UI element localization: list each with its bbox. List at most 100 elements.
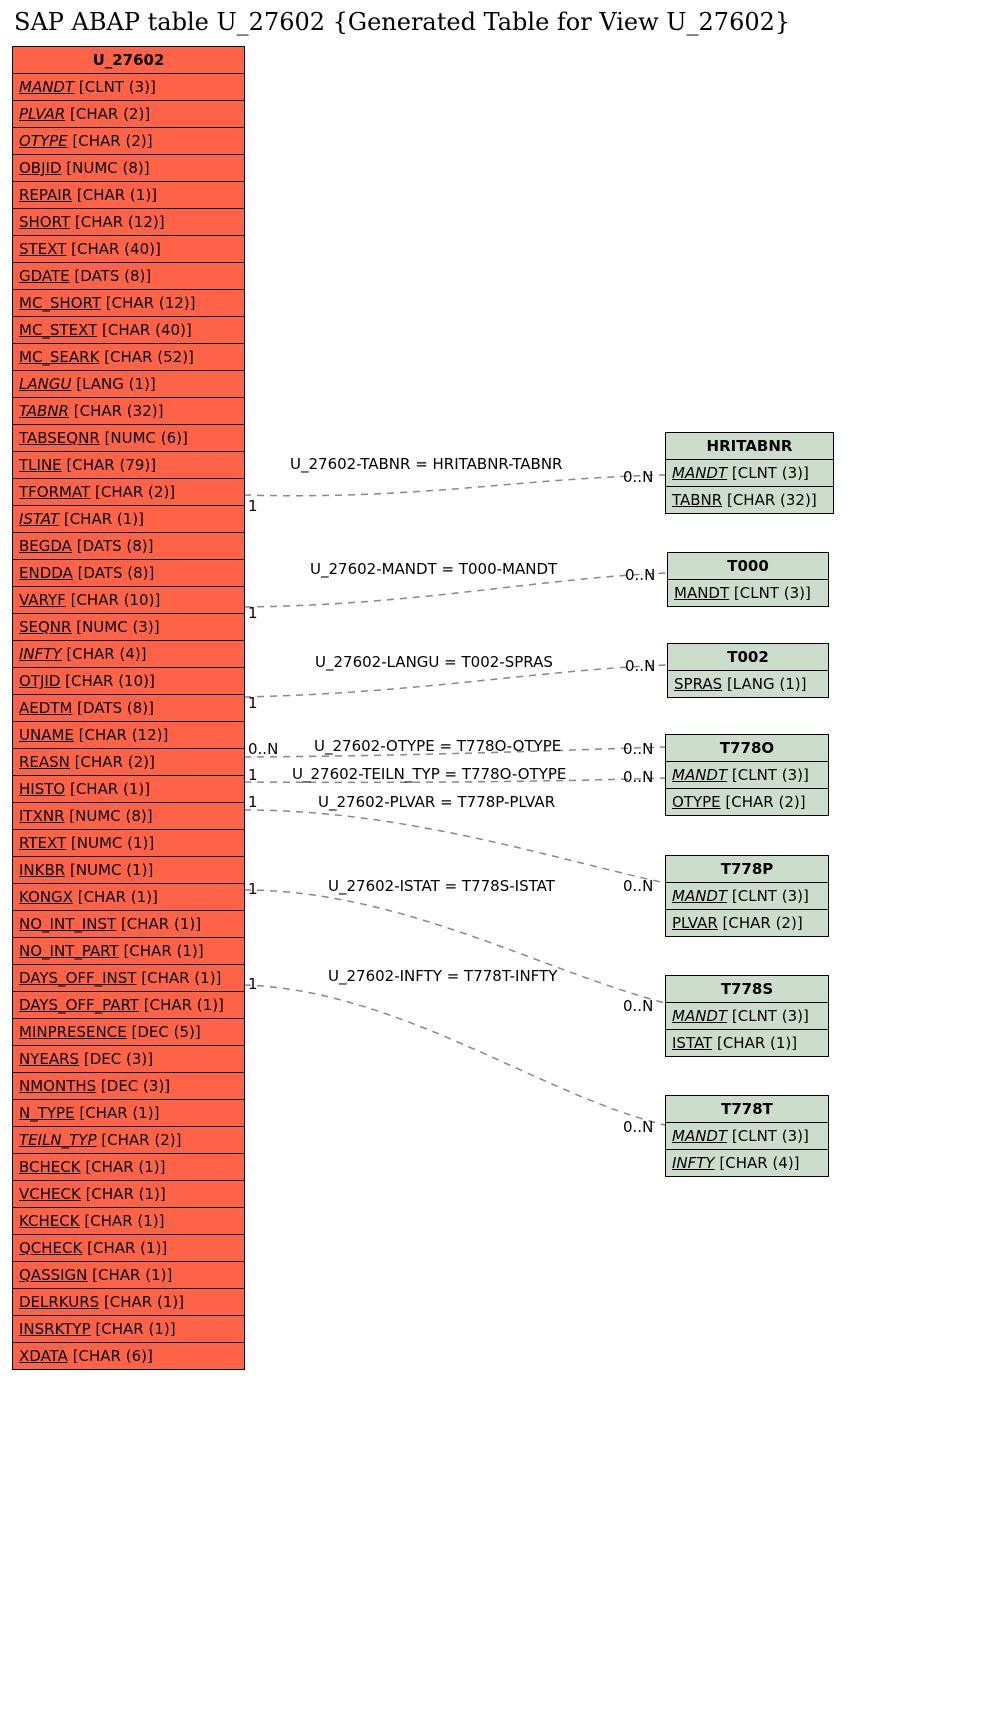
field-type: [LANG (1)]	[71, 375, 155, 393]
field-name: KCHECK	[19, 1212, 80, 1230]
field-name: MANDT	[672, 887, 727, 905]
field-type: [CHAR (1)]	[87, 1266, 172, 1284]
cardinality-left: 1	[248, 880, 258, 898]
field-row: MC_STEXT [CHAR (40)]	[13, 317, 244, 344]
diagram-root: SAP ABAP table U_27602 {Generated Table …	[0, 0, 993, 1722]
cardinality-left: 0..N	[248, 740, 278, 758]
entity-t778s: T778S MANDT [CLNT (3)]ISTAT [CHAR (1)]	[665, 975, 829, 1057]
field-type: [CHAR (1)]	[73, 888, 158, 906]
entity-header: T000	[668, 553, 828, 580]
cardinality-right: 0..N	[623, 740, 653, 758]
field-name: INFTY	[19, 645, 62, 663]
field-type: [DATS (8)]	[72, 699, 154, 717]
field-row: DAYS_OFF_PART [CHAR (1)]	[13, 992, 244, 1019]
relation-label: U_27602-OTYPE = T778O-OTYPE	[314, 737, 561, 755]
field-name: REPAIR	[19, 186, 72, 204]
field-name: MC_SEARK	[19, 348, 99, 366]
field-name: ITXNR	[19, 807, 65, 825]
field-row: REPAIR [CHAR (1)]	[13, 182, 244, 209]
field-name: GDATE	[19, 267, 70, 285]
field-type: [CHAR (12)]	[101, 294, 195, 312]
field-row: RTEXT [NUMC (1)]	[13, 830, 244, 857]
field-row: MINPRESENCE [DEC (5)]	[13, 1019, 244, 1046]
field-name: MC_SHORT	[19, 294, 101, 312]
entity-header: T778O	[666, 735, 828, 762]
entity-t778t: T778T MANDT [CLNT (3)]INFTY [CHAR (4)]	[665, 1095, 829, 1177]
field-name: ISTAT	[672, 1034, 712, 1052]
field-row: REASN [CHAR (2)]	[13, 749, 244, 776]
field-name: UNAME	[19, 726, 74, 744]
cardinality-left: 1	[248, 694, 258, 712]
relation-label: U_27602-MANDT = T000-MANDT	[310, 560, 557, 578]
field-row: ISTAT [CHAR (1)]	[666, 1030, 828, 1056]
field-row: LANGU [LANG (1)]	[13, 371, 244, 398]
field-type: [CHAR (40)]	[97, 321, 191, 339]
field-name: OTJID	[19, 672, 60, 690]
field-row: MANDT [CLNT (3)]	[666, 883, 828, 910]
field-type: [CHAR (1)]	[119, 942, 204, 960]
field-name: OTYPE	[19, 132, 68, 150]
field-name: SPRAS	[674, 675, 722, 693]
field-name: OTYPE	[672, 793, 721, 811]
cardinality-left: 1	[248, 497, 258, 515]
relation-label: U_27602-INFTY = T778T-INFTY	[328, 967, 557, 985]
field-row: PLVAR [CHAR (2)]	[13, 101, 244, 128]
field-row: VCHECK [CHAR (1)]	[13, 1181, 244, 1208]
cardinality-right: 0..N	[623, 997, 653, 1015]
field-name: HISTO	[19, 780, 65, 798]
cardinality-right: 0..N	[623, 1118, 653, 1136]
field-name: REASN	[19, 753, 70, 771]
field-row: HISTO [CHAR (1)]	[13, 776, 244, 803]
field-name: NO_INT_INST	[19, 915, 116, 933]
field-name: NO_INT_PART	[19, 942, 119, 960]
field-name: OBJID	[19, 159, 62, 177]
field-name: NYEARS	[19, 1050, 79, 1068]
entity-header: T778T	[666, 1096, 828, 1123]
cardinality-left: 1	[248, 604, 258, 622]
field-name: N_TYPE	[19, 1104, 75, 1122]
field-type: [NUMC (1)]	[66, 834, 154, 852]
field-type: [CHAR (12)]	[74, 726, 168, 744]
field-row: MANDT [CLNT (3)]	[666, 460, 833, 487]
cardinality-right: 0..N	[623, 877, 653, 895]
field-type: [DEC (3)]	[96, 1077, 170, 1095]
field-type: [CHAR (32)]	[722, 491, 816, 509]
field-row: SPRAS [LANG (1)]	[668, 671, 828, 697]
field-type: [NUMC (8)]	[62, 159, 150, 177]
field-type: [CHAR (1)]	[80, 1212, 165, 1230]
field-name: MANDT	[672, 1007, 727, 1025]
field-name: STEXT	[19, 240, 66, 258]
field-row: STEXT [CHAR (40)]	[13, 236, 244, 263]
field-type: [CHAR (12)]	[70, 213, 164, 231]
field-name: NMONTHS	[19, 1077, 96, 1095]
relation-label: U_27602-TABNR = HRITABNR-TABNR	[290, 455, 562, 473]
relation-label: U_27602-LANGU = T002-SPRAS	[315, 653, 553, 671]
relation-label: U_27602-ISTAT = T778S-ISTAT	[328, 877, 555, 895]
field-row: MANDT [CLNT (3)]	[13, 74, 244, 101]
field-type: [CHAR (2)]	[721, 793, 806, 811]
field-name: TABSEQNR	[19, 429, 100, 447]
field-type: [CHAR (10)]	[66, 591, 160, 609]
field-name: TABNR	[672, 491, 722, 509]
field-row: ISTAT [CHAR (1)]	[13, 506, 244, 533]
field-type: [CLNT (3)]	[727, 1007, 809, 1025]
field-name: INSRKTYP	[19, 1320, 91, 1338]
field-type: [CHAR (1)]	[139, 996, 224, 1014]
field-name: SEQNR	[19, 618, 71, 636]
field-name: TLINE	[19, 456, 62, 474]
field-type: [CHAR (4)]	[62, 645, 147, 663]
field-row: INSRKTYP [CHAR (1)]	[13, 1316, 244, 1343]
field-name: INFTY	[672, 1154, 715, 1172]
field-type: [CLNT (3)]	[727, 766, 809, 784]
entity-t778p: T778P MANDT [CLNT (3)]PLVAR [CHAR (2)]	[665, 855, 829, 937]
field-name: ENDDA	[19, 564, 73, 582]
field-row: MANDT [CLNT (3)]	[666, 1123, 828, 1150]
field-row: OTYPE [CHAR (2)]	[666, 789, 828, 815]
field-type: [DATS (8)]	[72, 537, 154, 555]
cardinality-right: 0..N	[623, 768, 653, 786]
field-name: PLVAR	[672, 914, 718, 932]
cardinality-left: 1	[248, 766, 258, 784]
field-type: [CLNT (3)]	[727, 887, 809, 905]
field-type: [CHAR (1)]	[91, 1320, 176, 1338]
field-type: [DEC (3)]	[79, 1050, 153, 1068]
